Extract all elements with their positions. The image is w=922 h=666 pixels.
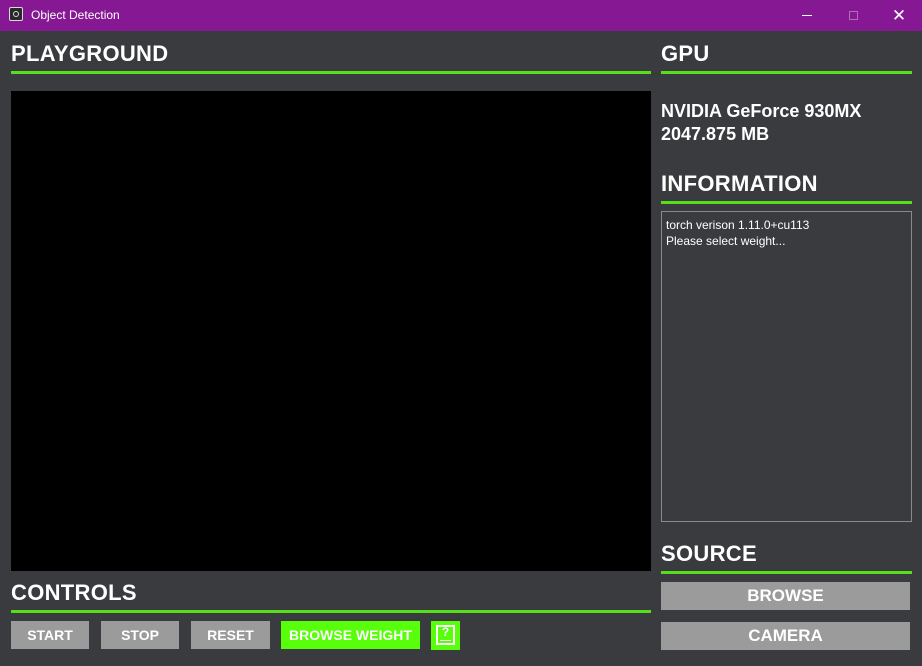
maximize-button[interactable]	[830, 0, 876, 31]
playground-canvas	[11, 91, 651, 571]
window-title: Object Detection	[31, 8, 120, 22]
gpu-divider	[661, 71, 912, 74]
controls-divider	[11, 610, 651, 613]
stop-button[interactable]: STOP	[101, 621, 179, 649]
controls-heading: CONTROLS	[11, 580, 137, 605]
gpu-heading: GPU	[661, 41, 710, 66]
browse-button[interactable]: BROWSE	[661, 582, 910, 610]
reset-button[interactable]: RESET	[191, 621, 270, 649]
maximize-icon	[848, 11, 858, 20]
source-divider	[661, 571, 912, 574]
log-line: torch verison 1.11.0+cu113	[666, 218, 810, 232]
gpu-memory: 2047.875 MB	[661, 124, 770, 144]
gpu-details: NVIDIA GeForce 930MX 2047.875 MB	[661, 100, 861, 146]
source-heading: SOURCE	[661, 541, 757, 566]
playground-heading: PLAYGROUND	[11, 41, 169, 66]
camera-button[interactable]: CAMERA	[661, 622, 910, 650]
close-icon: ✕	[891, 5, 907, 25]
title-bar[interactable]: Object Detection ✕	[0, 0, 922, 31]
app-logo-icon	[9, 7, 23, 21]
information-heading: INFORMATION	[661, 171, 818, 196]
log-line: Please select weight...	[666, 234, 786, 248]
start-button[interactable]: START	[11, 621, 89, 649]
browse-weight-button[interactable]: BROWSE WEIGHT	[281, 621, 420, 649]
help-button[interactable]: ?	[431, 621, 460, 650]
help-question-mark: ?	[441, 625, 450, 639]
information-log[interactable]: torch verison 1.11.0+cu113 Please select…	[661, 211, 912, 522]
information-divider	[661, 201, 912, 204]
minimize-button[interactable]	[784, 0, 830, 31]
gpu-name: NVIDIA GeForce 930MX	[661, 101, 862, 121]
minimize-icon	[802, 15, 812, 16]
close-button[interactable]: ✕	[876, 0, 922, 31]
playground-divider	[11, 71, 651, 74]
